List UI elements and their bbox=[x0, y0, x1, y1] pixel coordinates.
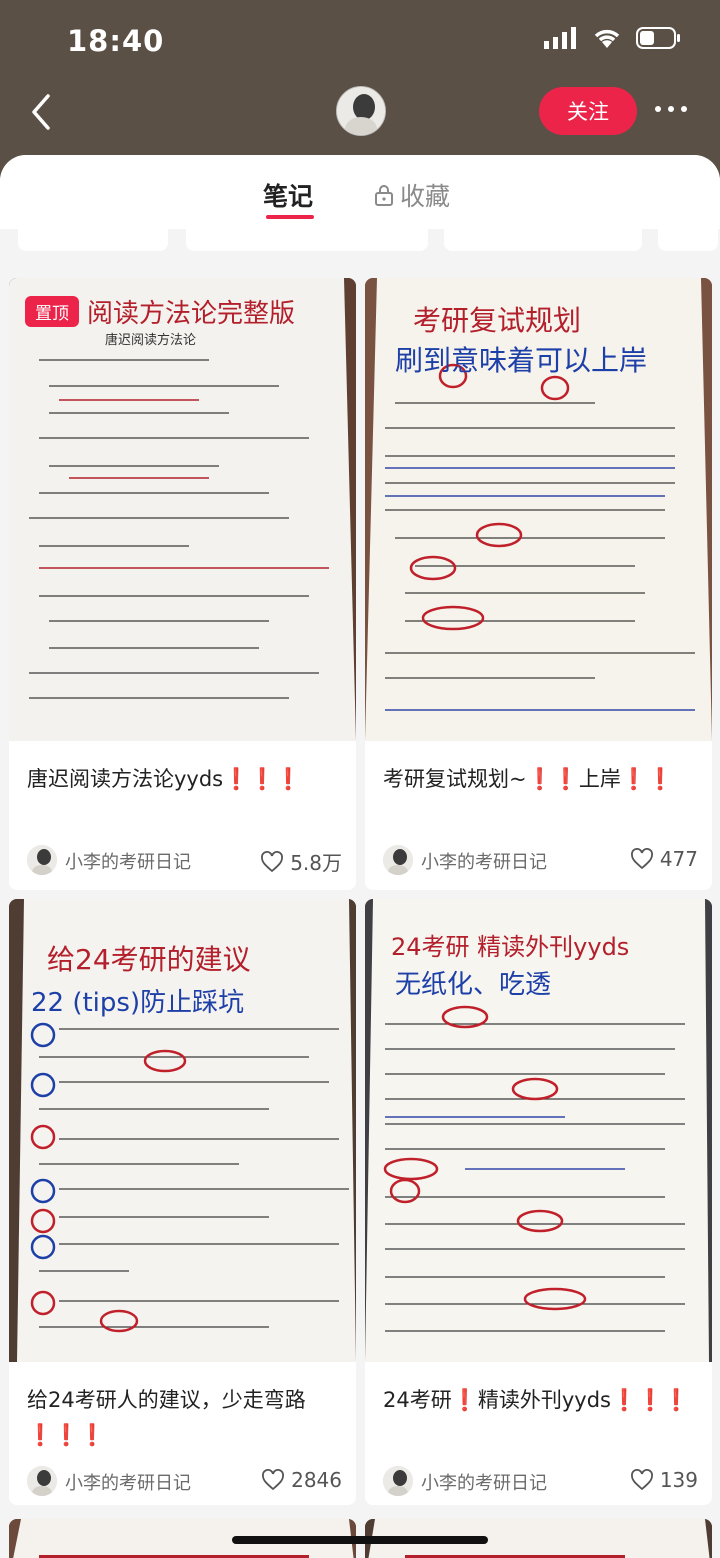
author-name[interactable]: 小李的考研日记 bbox=[421, 1469, 547, 1495]
author-name[interactable]: 小李的考研日记 bbox=[65, 1469, 191, 1495]
note-cover-image: 24考研 精读外刊yyds 无纸化、吃透 bbox=[365, 899, 712, 1362]
note-card[interactable]: 阅读方法论完整版 唐迟阅读方法论 置顶 唐迟阅读方法论yyds❗❗❗ 小李的考研… bbox=[9, 278, 356, 890]
wifi-icon bbox=[594, 29, 620, 48]
tab-notes[interactable]: 笔记 bbox=[263, 177, 313, 213]
like-count: 139 bbox=[659, 1468, 698, 1492]
heart-icon bbox=[261, 850, 284, 872]
like-count: 2846 bbox=[291, 1468, 342, 1492]
cover-text-subtitle: 唐迟阅读方法论 bbox=[105, 332, 196, 348]
note-meta: 小李的考研日记 139 bbox=[383, 1466, 698, 1498]
note-title[interactable]: 考研复试规划~❗❗上岸❗❗ bbox=[383, 762, 698, 797]
status-time: 18:40 bbox=[67, 24, 165, 58]
note-title[interactable]: 唐迟阅读方法论yyds❗❗❗ bbox=[27, 762, 342, 797]
heart-icon bbox=[630, 848, 653, 870]
note-title[interactable]: 24考研❗精读外刊yyds❗❗❗ bbox=[383, 1383, 698, 1418]
note-meta: 小李的考研日记 5.8万 bbox=[27, 845, 342, 877]
note-title[interactable]: 给24考研人的建议，少走弯路❗❗❗ bbox=[27, 1383, 342, 1453]
tab-active-indicator bbox=[266, 215, 314, 219]
author-avatar[interactable] bbox=[383, 1466, 413, 1496]
status-icons bbox=[544, 26, 682, 50]
tab-favorites[interactable]: 收藏 bbox=[374, 177, 450, 213]
note-card[interactable]: 考研复试规划 刷到意味着可以上岸 考研复试规划~❗❗上岸❗❗ 小李的考研日记 4… bbox=[365, 278, 712, 890]
like-count: 477 bbox=[659, 847, 698, 871]
note-meta: 小李的考研日记 477 bbox=[383, 845, 698, 877]
more-icon[interactable] bbox=[655, 101, 691, 117]
author-avatar[interactable] bbox=[27, 1466, 57, 1496]
author-avatar[interactable] bbox=[27, 845, 57, 875]
note-cover-image: 考研复试规划 刷到意味着可以上岸 bbox=[365, 278, 712, 741]
note-meta: 小李的考研日记 2846 bbox=[27, 1466, 342, 1498]
cover-text-subtitle: 刷到意味着可以上岸 bbox=[395, 344, 647, 377]
author-name[interactable]: 小李的考研日记 bbox=[421, 848, 547, 874]
like-button[interactable]: 139 bbox=[630, 1468, 698, 1492]
cover-text-title: 24考研 精读外刊yyds bbox=[391, 933, 629, 961]
home-indicator[interactable] bbox=[232, 1536, 488, 1544]
cover-text-subtitle: 22 (tips)防止踩坑 bbox=[31, 988, 244, 1018]
back-button[interactable] bbox=[24, 90, 64, 134]
battery-icon bbox=[636, 27, 680, 49]
cover-text-title: 阅读方法论完整版 bbox=[87, 299, 295, 329]
author-avatar[interactable] bbox=[383, 845, 413, 875]
note-cover-image: 阅读方法论完整版 唐迟阅读方法论 置顶 bbox=[9, 278, 356, 741]
note-card[interactable]: 给24考研的建议 22 (tips)防止踩坑 给24考研人的建议，少走弯路❗❗❗… bbox=[9, 899, 356, 1505]
cover-text-title: 考研复试规划 bbox=[413, 304, 581, 337]
like-button[interactable]: 5.8万 bbox=[260, 847, 342, 876]
tab-bar: 笔记 收藏 bbox=[0, 155, 720, 229]
pinned-badge: 置顶 bbox=[25, 296, 79, 327]
heart-icon bbox=[262, 1469, 285, 1491]
like-count: 5.8万 bbox=[290, 851, 342, 875]
follow-button[interactable]: 关注 bbox=[539, 87, 637, 135]
chevron-left-icon bbox=[32, 94, 50, 130]
cover-text-title: 给24考研的建议 bbox=[47, 943, 251, 976]
user-avatar[interactable] bbox=[336, 86, 386, 136]
like-button[interactable]: 2846 bbox=[261, 1468, 342, 1492]
cover-text-subtitle: 无纸化、吃透 bbox=[395, 970, 551, 1000]
author-name[interactable]: 小李的考研日记 bbox=[65, 848, 191, 874]
like-button[interactable]: 477 bbox=[630, 847, 698, 871]
note-card[interactable]: 24考研 精读外刊yyds 无纸化、吃透 24考研❗精读外刊yyds❗❗❗ 小李… bbox=[365, 899, 712, 1505]
tab-favorites-label: 收藏 bbox=[400, 182, 451, 211]
previous-row-cards bbox=[0, 229, 720, 253]
lock-icon bbox=[375, 185, 393, 206]
note-cover-image: 给24考研的建议 22 (tips)防止踩坑 bbox=[9, 899, 356, 1362]
content-sheet: 笔记 收藏 阅读方法论完整版 唐迟阅读方法论 置顶 唐迟阅读方法论yyds❗❗❗… bbox=[0, 155, 720, 1558]
signal-icon bbox=[544, 27, 576, 49]
heart-icon bbox=[630, 1469, 653, 1491]
